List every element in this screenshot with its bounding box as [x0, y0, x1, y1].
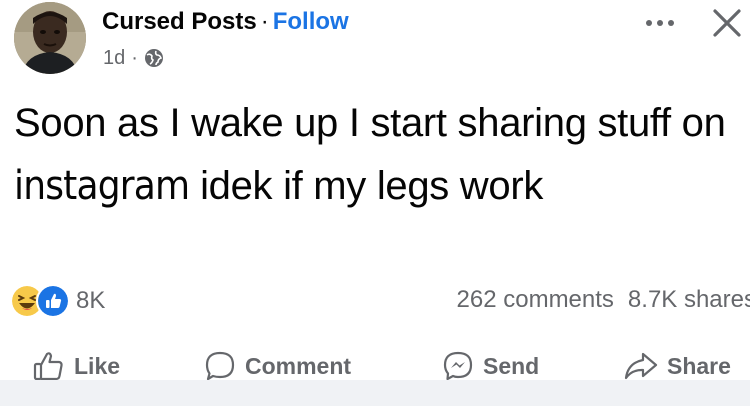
avatar-image [14, 2, 86, 74]
post-text-instagram: instagram [14, 163, 190, 209]
close-button[interactable] [708, 4, 746, 42]
page-name[interactable]: Cursed Posts [102, 8, 257, 35]
comment-label: Comment [245, 352, 352, 379]
close-icon [713, 9, 741, 37]
name-separator: · [260, 8, 269, 35]
post-text: Soon as I wake up I start sharing stuff … [14, 92, 744, 218]
footer-strip [0, 380, 750, 406]
thumbs-up-icon [33, 352, 63, 381]
globe-icon[interactable] [144, 48, 164, 68]
send-label: Send [483, 352, 540, 379]
engagement-counts: 262 comments 8.7K shares [457, 284, 750, 316]
shares-count[interactable]: 8.7K shares [628, 286, 750, 313]
more-dots-icon [646, 20, 674, 26]
reaction-count: 8K [76, 287, 106, 314]
post-meta: 1d · [103, 44, 164, 72]
messenger-icon [443, 351, 473, 381]
post-text-part2: idek if my legs work [189, 164, 544, 208]
post-text-part1: Soon as I wake up I start sharing stuff … [14, 101, 726, 145]
post-author-row: Cursed Posts · Follow [102, 6, 349, 38]
comments-count[interactable]: 262 comments [457, 286, 614, 313]
reactions-summary[interactable]: 8K [10, 284, 105, 318]
post-timestamp[interactable]: 1d [103, 44, 125, 72]
like-reaction-icon [36, 284, 70, 318]
follow-button[interactable]: Follow [273, 8, 349, 35]
avatar[interactable] [14, 2, 86, 74]
meta-separator: · [131, 47, 138, 69]
share-label: Share [667, 352, 731, 379]
comment-bubble-icon [205, 351, 235, 381]
like-label: Like [74, 352, 121, 379]
share-arrow-icon [624, 352, 658, 380]
more-options-button[interactable] [640, 8, 680, 38]
post-card: Cursed Posts · Follow 1d · Soon as I wake … [0, 0, 750, 406]
